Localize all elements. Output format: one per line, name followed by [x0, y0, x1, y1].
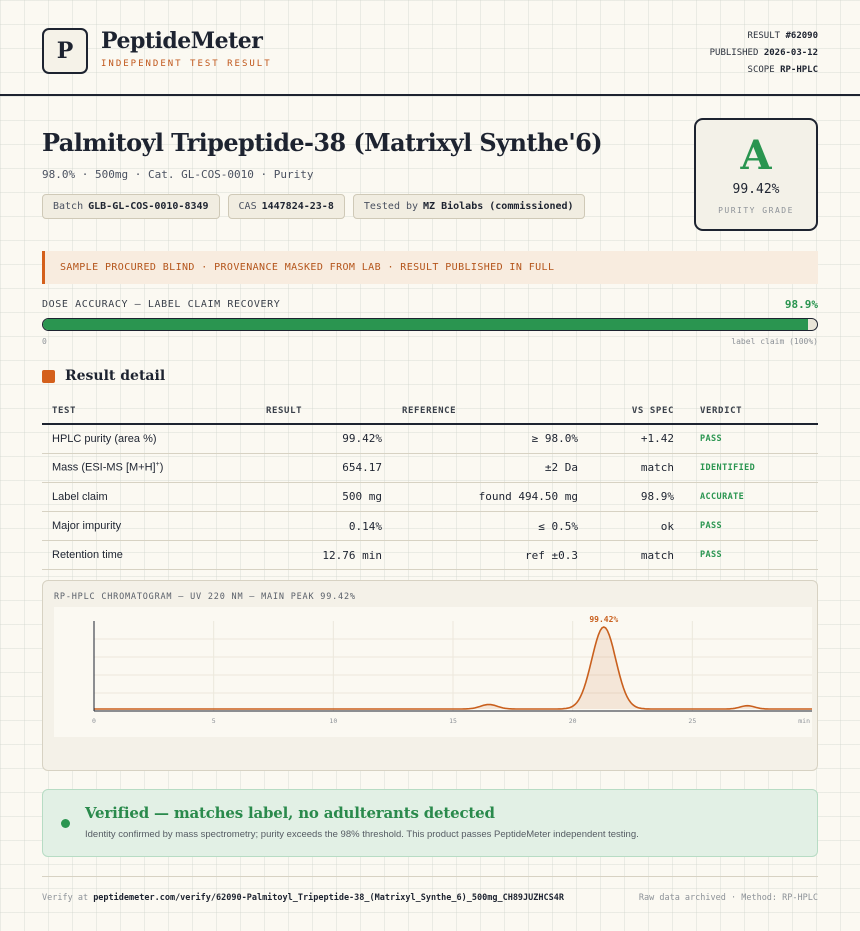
chromatogram-card: RP-HPLC CHROMATOGRAM — UV 220 NM — MAIN …: [42, 580, 818, 771]
report-header: P PeptideMeter INDEPENDENT TEST RESULT R…: [0, 0, 860, 96]
grade-label: PURITY GRADE: [718, 206, 794, 215]
dose-bar-min-label: 0: [42, 337, 47, 346]
section-marker-icon: [42, 370, 55, 383]
brand-tagline: INDEPENDENT TEST RESULT: [101, 59, 272, 69]
verified-headline: Verified — matches label, no adulterants…: [85, 804, 495, 822]
x-tick-label: 0: [92, 717, 96, 725]
cell-verdict: IDENTIFIED: [684, 453, 818, 483]
cell-verdict: PASS: [684, 540, 818, 571]
dose-progress-fill: [43, 319, 809, 330]
report-meta: RESULT #62090 PUBLISHED 2026-03-12 SCOPE…: [710, 28, 818, 79]
purity-grade-card: A 99.42% PURITY GRADE: [694, 118, 818, 231]
cell-vs-spec: ok: [588, 511, 684, 542]
banner-text: SAMPLE PROCURED BLIND · PROVENANCE MASKE…: [60, 262, 555, 273]
col-test: TEST: [42, 398, 256, 425]
table-row: Mass (ESI-MS [M+H]+) 654.17 ±2 Da match …: [42, 453, 818, 483]
verify-link[interactable]: peptidemeter.com/verify/62090-Palmitoyl_…: [93, 893, 564, 903]
cell-result: 654.17: [256, 453, 392, 483]
cell-vs-spec: match: [588, 540, 684, 571]
meta-scope: SCOPE RP-HPLC: [747, 65, 818, 75]
chart-title: RP-HPLC CHROMATOGRAM — UV 220 NM — MAIN …: [54, 592, 356, 602]
x-axis-unit-label: min: [798, 717, 810, 725]
logo-mark: P: [42, 28, 88, 74]
x-tick-label: 5: [212, 717, 216, 725]
verified-detail: Identity confirmed by mass spectrometry;…: [85, 829, 639, 840]
cell-reference: ≥ 98.0%: [392, 424, 588, 454]
cell-reference: ≤ 0.5%: [392, 511, 588, 542]
footer-divider: [42, 876, 818, 877]
peak-label: 99.42%: [589, 615, 618, 624]
dose-bar-max-label: label claim (100%): [731, 337, 818, 346]
verified-dot-icon: [61, 819, 70, 828]
cell-test: HPLC purity (area %): [42, 424, 256, 454]
dose-accuracy-value: 98.9%: [784, 298, 818, 311]
footer-method: Raw data archived · Method: RP-HPLC: [638, 893, 818, 903]
brand-name: PeptideMeter: [101, 28, 263, 54]
col-vs-spec: VS SPEC: [588, 398, 684, 425]
result-detail-title: Result detail: [65, 368, 166, 384]
chromatogram-chart: 0 5 10 15 20 25 min 99.42%: [54, 607, 812, 737]
results-table: TEST RESULT REFERENCE VS SPEC VERDICT HP…: [42, 398, 818, 571]
col-result: RESULT: [256, 398, 392, 425]
cell-vs-spec: +1.42: [588, 424, 684, 454]
meta-published: PUBLISHED 2026-03-12: [709, 48, 818, 58]
results-header-row: TEST RESULT REFERENCE VS SPEC VERDICT: [42, 398, 818, 425]
table-row: Label claim 500 mg found 494.50 mg 98.9%…: [42, 482, 818, 513]
dose-progress-track: [42, 318, 818, 331]
cell-vs-spec: 98.9%: [588, 482, 684, 513]
cell-result: 99.42%: [256, 424, 392, 454]
x-tick-label: 20: [569, 717, 577, 725]
grade-value: 99.42%: [732, 182, 780, 197]
col-reference: REFERENCE: [392, 398, 588, 425]
cell-verdict: PASS: [684, 424, 818, 454]
x-tick-label: 15: [449, 717, 457, 725]
cell-result: 12.76 min: [256, 540, 392, 571]
cell-result: 0.14%: [256, 511, 392, 542]
x-tick-label: 25: [688, 717, 696, 725]
product-subtitle: 98.0% · 500mg · Cat. GL-COS-0010 · Purit…: [42, 168, 314, 181]
grade-letter: A: [740, 132, 772, 179]
product-title: Palmitoyl Tripeptide-38 (Matrixyl Synthe…: [42, 128, 603, 157]
chart-plot-area: [54, 607, 812, 737]
product-chips: Batch GLB-GL-COS-0010-8349 CAS 1447824-23-…: [42, 194, 585, 219]
verified-panel: Verified — matches label, no adulterants…: [42, 789, 818, 857]
cell-reference: found 494.50 mg: [392, 482, 588, 513]
cell-vs-spec: match: [588, 453, 684, 483]
cell-result: 500 mg: [256, 482, 392, 513]
col-verdict: VERDICT: [684, 398, 818, 425]
table-row: HPLC purity (area %) 99.42% ≥ 98.0% +1.4…: [42, 424, 818, 454]
verify-line: Verify at peptidemeter.com/verify/62090-…: [42, 893, 564, 903]
table-row: Retention time 12.76 min ref ±0.3 match …: [42, 540, 818, 571]
dose-accuracy-label: DOSE ACCURACY — LABEL CLAIM RECOVERY: [42, 299, 281, 310]
cell-verdict: ACCURATE: [684, 482, 818, 513]
cell-test: Retention time: [42, 540, 256, 571]
cas-chip: CAS 1447824-23-8: [227, 194, 345, 219]
cell-test: Mass (ESI-MS [M+H]+): [42, 453, 256, 483]
cell-reference: ref ±0.3: [392, 540, 588, 571]
cell-test: Label claim: [42, 482, 256, 513]
cell-test: Major impurity: [42, 511, 256, 542]
tested-by-chip: Tested by MZ Biolabs (commissioned): [352, 194, 585, 219]
table-row: Major impurity 0.14% ≤ 0.5% ok PASS: [42, 511, 818, 542]
x-tick-label: 10: [329, 717, 337, 725]
meta-result: RESULT #62090: [747, 31, 818, 41]
provenance-banner: SAMPLE PROCURED BLIND · PROVENANCE MASKE…: [42, 251, 818, 284]
cell-verdict: PASS: [684, 511, 818, 542]
batch-chip: Batch GLB-GL-COS-0010-8349: [42, 194, 220, 219]
cell-reference: ±2 Da: [392, 453, 588, 483]
